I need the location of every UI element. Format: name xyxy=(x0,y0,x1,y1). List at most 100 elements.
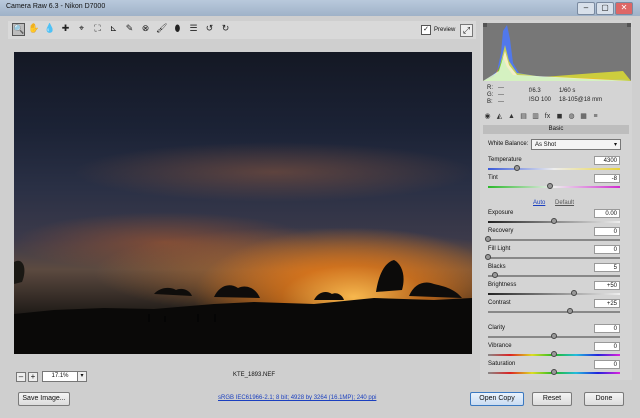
slider-thumb[interactable] xyxy=(566,308,573,314)
done-button[interactable]: Done xyxy=(584,392,624,406)
brightness-slider[interactable]: Brightness +50 xyxy=(488,281,620,300)
red-eye-tool-icon[interactable]: ⊗ xyxy=(140,23,151,34)
vibrance-slider[interactable]: Vibrance 0 xyxy=(488,342,620,361)
slider-value[interactable]: -8 xyxy=(594,174,620,183)
slider-value[interactable]: 0 xyxy=(594,342,620,351)
title-bar: Camera Raw 6.3 - Nikon D7000 – ▢ ✕ xyxy=(0,0,640,16)
fullscreen-icon[interactable]: ⤢ xyxy=(460,24,473,37)
slider-thumb[interactable] xyxy=(551,369,557,375)
contrast-slider[interactable]: Contrast +25 xyxy=(488,299,620,318)
auto-default-links: Auto Default xyxy=(533,200,582,206)
rotate-right-icon[interactable]: ↻ xyxy=(220,23,231,34)
fill-light-slider[interactable]: Fill Light 0 xyxy=(485,245,620,264)
straighten-tool-icon[interactable]: ⊾ xyxy=(108,23,119,34)
basic-panel-header: Basic xyxy=(483,125,629,134)
slider-track[interactable] xyxy=(488,293,620,295)
bottom-bar: Save Image... sRGB IEC61966-2.1; 8 bit; … xyxy=(0,388,640,418)
spot-removal-tool-icon[interactable]: ✎ xyxy=(124,23,135,34)
iso: ISO 100 xyxy=(529,97,552,103)
slider-track[interactable] xyxy=(488,186,620,188)
blacks-slider[interactable]: Blacks 5 xyxy=(488,263,620,282)
white-balance-label: White Balance: xyxy=(488,141,529,147)
effects-tab-icon[interactable]: fx xyxy=(543,112,552,121)
minimize-button[interactable]: – xyxy=(577,2,595,15)
graduated-filter-icon[interactable]: ⬮ xyxy=(172,23,183,34)
snapshots-tab-icon[interactable]: ≡ xyxy=(591,112,600,121)
tool-bar: 🔍 ✋ 💧 ✚ ⌖ ⛶ ⊾ ✎ ⊗ 🖌 ⬮ ☰ ↺ ↻ xyxy=(8,21,476,39)
preferences-icon[interactable]: ☰ xyxy=(188,23,199,34)
open-copy-button[interactable]: Open Copy xyxy=(470,392,524,406)
preview-checkbox[interactable]: ✓ xyxy=(421,25,431,35)
zoom-tool-icon[interactable]: 🔍 xyxy=(12,23,25,36)
slider-thumb[interactable] xyxy=(491,272,498,278)
slider-value[interactable]: 0 xyxy=(594,360,620,369)
detail-tab-icon[interactable]: ▲ xyxy=(507,112,516,121)
aperture: f/6.3 xyxy=(529,88,541,94)
slider-track[interactable] xyxy=(488,168,620,170)
slider-thumb[interactable] xyxy=(514,165,521,171)
preview-toggle[interactable]: ✓ Preview xyxy=(421,25,455,35)
slider-track[interactable] xyxy=(488,239,620,241)
slider-label: Vibrance xyxy=(488,343,512,349)
slider-thumb[interactable] xyxy=(570,290,577,296)
slider-value[interactable]: 0 xyxy=(594,227,620,236)
slider-thumb[interactable] xyxy=(547,183,554,189)
hsl-tab-icon[interactable]: ▤ xyxy=(519,112,528,121)
recovery-slider[interactable]: Recovery 0 xyxy=(485,227,620,246)
adjustment-brush-icon[interactable]: 🖌 xyxy=(156,23,167,34)
save-image-button[interactable]: Save Image... xyxy=(18,392,70,406)
zoom-in-button[interactable]: + xyxy=(28,372,38,382)
slider-value[interactable]: 0 xyxy=(594,324,620,333)
auto-link[interactable]: Auto xyxy=(533,200,545,206)
rotate-left-icon[interactable]: ↺ xyxy=(204,23,215,34)
slider-value[interactable]: +25 xyxy=(594,299,620,308)
tone-curve-tab-icon[interactable]: ◭ xyxy=(495,112,504,121)
temperature-slider[interactable]: Temperature 4300 xyxy=(488,156,620,175)
workflow-options-link[interactable]: sRGB IEC61966-2.1; 8 bit; 4928 by 3264 (… xyxy=(218,395,376,401)
saturation-slider[interactable]: Saturation 0 xyxy=(488,360,620,379)
slider-value[interactable]: +50 xyxy=(594,281,620,290)
presets-tab-icon[interactable]: ▦ xyxy=(579,112,588,121)
white-balance-select[interactable]: As Shot ▾ xyxy=(531,139,621,150)
white-balance-tool-icon[interactable]: 💧 xyxy=(44,23,55,34)
lens-corrections-tab-icon[interactable]: ◍ xyxy=(567,112,576,121)
reset-button[interactable]: Reset xyxy=(532,392,572,406)
slider-value[interactable]: 0.00 xyxy=(594,209,620,218)
maximize-button[interactable]: ▢ xyxy=(596,2,614,15)
slider-label: Brightness xyxy=(488,282,517,288)
slider-label: Temperature xyxy=(488,157,522,163)
slider-value[interactable]: 5 xyxy=(594,263,620,272)
basic-tab-icon[interactable]: ◉ xyxy=(483,112,492,121)
b-label: B: xyxy=(487,99,493,105)
default-link[interactable]: Default xyxy=(555,200,574,206)
split-toning-tab-icon[interactable]: ▥ xyxy=(531,112,540,121)
camera-calibration-tab-icon[interactable]: ◼ xyxy=(555,112,564,121)
image-preview[interactable] xyxy=(14,52,472,354)
slider-track[interactable] xyxy=(488,311,620,313)
targeted-adjustment-tool-icon[interactable]: ⌖ xyxy=(76,23,87,34)
histogram xyxy=(483,23,631,81)
readout: R: --- G: --- B: --- f/6.3 1/60 s ISO 10… xyxy=(487,85,627,109)
color-sampler-tool-icon[interactable]: ✚ xyxy=(60,23,71,34)
tint-slider[interactable]: Tint -8 xyxy=(488,174,620,193)
hand-tool-icon[interactable]: ✋ xyxy=(28,23,39,34)
slider-label: Clarity xyxy=(488,325,506,331)
zoom-dropdown-icon[interactable]: ▾ xyxy=(77,371,87,382)
slider-value[interactable]: 4300 xyxy=(594,156,620,165)
slider-thumb[interactable] xyxy=(551,218,557,224)
exposure-slider[interactable]: Exposure 0.00 xyxy=(488,209,620,228)
close-button[interactable]: ✕ xyxy=(615,2,633,15)
slider-value[interactable]: 0 xyxy=(594,245,620,254)
slider-track[interactable] xyxy=(488,275,620,277)
slider-track[interactable] xyxy=(488,257,620,259)
sunset-silhouette xyxy=(14,260,472,354)
slider-thumb[interactable] xyxy=(485,236,491,242)
zoom-out-button[interactable]: – xyxy=(16,372,26,382)
slider-thumb[interactable] xyxy=(551,351,557,357)
zoom-bar: – + 17.1% ▾ KTE_1893.NEF xyxy=(14,370,472,382)
clarity-slider[interactable]: Clarity 0 xyxy=(488,324,620,343)
slider-thumb[interactable] xyxy=(485,254,491,260)
crop-tool-icon[interactable]: ⛶ xyxy=(92,23,103,34)
window-title: Camera Raw 6.3 - Nikon D7000 xyxy=(6,3,106,10)
slider-thumb[interactable] xyxy=(551,333,557,339)
